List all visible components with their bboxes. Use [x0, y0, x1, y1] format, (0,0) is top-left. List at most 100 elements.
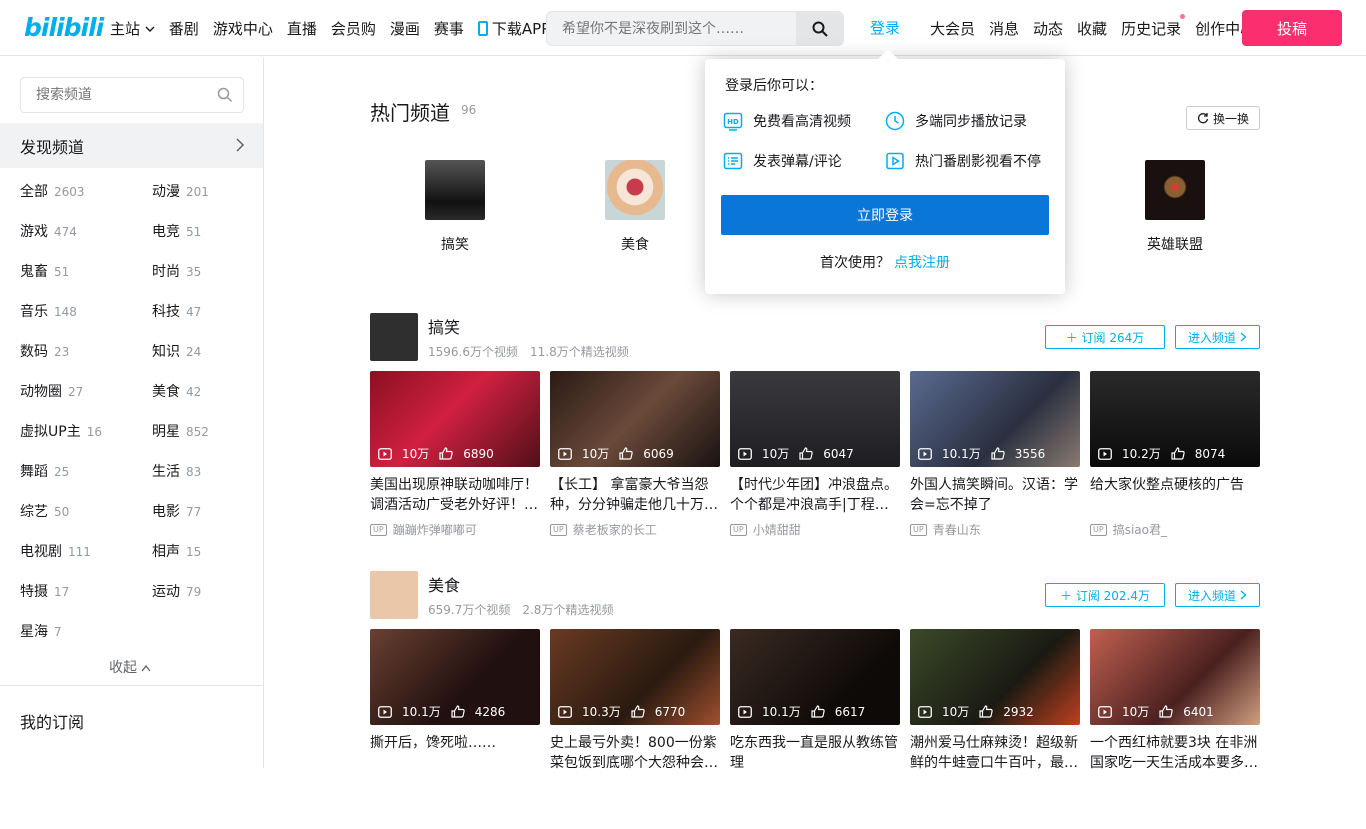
- video-card[interactable]: 10万 2932 潮州爱马仕麻辣烫！超级新鲜的牛蛙壹口牛百叶，最…: [910, 629, 1080, 773]
- video-title[interactable]: 【时代少年团】冲浪盘点。个个都是冲浪高手|丁程…: [730, 475, 900, 515]
- channel-name[interactable]: 美食: [428, 572, 460, 596]
- category-item[interactable]: 星海 7: [20, 621, 62, 641]
- category-item[interactable]: 动漫 201: [152, 181, 209, 201]
- nav-game-center[interactable]: 游戏中心: [213, 18, 273, 39]
- category-name: 动物圈: [20, 384, 62, 400]
- login-link[interactable]: 登录: [870, 0, 900, 56]
- video-thumbnail[interactable]: 10.2万 8074: [1090, 371, 1260, 467]
- subscribe-button[interactable]: ＋ 订阅 264万: [1045, 325, 1165, 349]
- video-card[interactable]: 10.1万 6617 吃东西我一直是服从教练管理: [730, 629, 900, 773]
- video-uploader[interactable]: UP 小婧甜甜: [730, 521, 900, 538]
- nav-shop[interactable]: 会员购: [331, 18, 376, 39]
- video-title[interactable]: 【长工】 拿富豪大爷当怨种，分分钟骗走他几十万…: [550, 475, 720, 515]
- nav-esports[interactable]: 赛事: [434, 18, 464, 39]
- category-item[interactable]: 虚拟UP主 16: [20, 421, 102, 441]
- enter-channel-button[interactable]: 进入频道: [1175, 583, 1260, 607]
- hot-channel-item[interactable]: 英雄联盟: [1130, 160, 1220, 254]
- my-subscriptions[interactable]: 我的订阅: [20, 709, 84, 733]
- nav-messages[interactable]: 消息: [989, 18, 1019, 39]
- video-uploader[interactable]: UP 青春山东: [910, 521, 1080, 538]
- video-thumbnail[interactable]: 10万 2932: [910, 629, 1080, 725]
- category-item[interactable]: 美食 42: [152, 381, 201, 401]
- video-thumbnail[interactable]: 10.3万 6770: [550, 629, 720, 725]
- category-item[interactable]: 知识 24: [152, 341, 201, 361]
- enter-channel-button[interactable]: 进入频道: [1175, 325, 1260, 349]
- nav-vip[interactable]: 大会员: [930, 18, 975, 39]
- video-uploader[interactable]: UP 搞siao君_: [1090, 521, 1260, 538]
- collapse-button[interactable]: 收起: [109, 657, 151, 677]
- category-item[interactable]: 动物圈 27: [20, 381, 83, 401]
- nav-live[interactable]: 直播: [287, 18, 317, 39]
- category-item[interactable]: 电影 77: [152, 501, 201, 521]
- video-thumbnail[interactable]: 10万 6069: [550, 371, 720, 467]
- search-input[interactable]: [547, 12, 796, 45]
- channel-avatar[interactable]: [370, 571, 418, 619]
- category-item[interactable]: 生活 83: [152, 461, 201, 481]
- nav-manga[interactable]: 漫画: [390, 18, 420, 39]
- nav-dynamics[interactable]: 动态: [1033, 18, 1063, 39]
- video-title[interactable]: 美国出现原神联动咖啡厅！调酒活动广受老外好评！…: [370, 475, 540, 515]
- discover-channels[interactable]: 发现频道: [0, 123, 263, 168]
- login-now-button[interactable]: 立即登录: [721, 195, 1049, 235]
- video-thumbnail[interactable]: 10.1万 3556: [910, 371, 1080, 467]
- category-item[interactable]: 全部 2603: [20, 181, 85, 201]
- video-thumbnail[interactable]: 10.1万 6617: [730, 629, 900, 725]
- category-item[interactable]: 音乐 148: [20, 301, 77, 321]
- video-card[interactable]: 10万 6069 【长工】 拿富豪大爷当怨种，分分钟骗走他几十万… UP 蔡老板家的长工: [550, 371, 720, 538]
- category-item[interactable]: 舞蹈 25: [20, 461, 69, 481]
- video-card[interactable]: 10万 6890 美国出现原神联动咖啡厅！调酒活动广受老外好评！… UP 蹦蹦炸弹嘟嘟可: [370, 371, 540, 538]
- nav-download-app[interactable]: 下载APP: [477, 18, 550, 39]
- category-name: 舞蹈: [20, 464, 48, 480]
- nav-main-site[interactable]: 主站: [110, 18, 155, 39]
- play-count-icon: [738, 447, 752, 460]
- nav-history[interactable]: 历史记录: [1121, 13, 1186, 39]
- video-card[interactable]: 10.3万 6770 史上最亏外卖！800一份紫菜包饭到底哪个大怨种会…: [550, 629, 720, 773]
- video-title[interactable]: 外国人搞笑瞬间。汉语：学会=忘不掉了: [910, 475, 1080, 515]
- video-thumbnail[interactable]: 10万 6401: [1090, 629, 1260, 725]
- video-title[interactable]: 潮州爱马仕麻辣烫！超级新鲜的牛蛙壹口牛百叶，最…: [910, 733, 1080, 773]
- category-item[interactable]: 电视剧 111: [20, 541, 91, 561]
- category-item[interactable]: 时尚 35: [152, 261, 201, 281]
- channel-search-input[interactable]: [21, 78, 191, 112]
- search-bar: [546, 11, 844, 46]
- category-item[interactable]: 数码 23: [20, 341, 69, 361]
- bilibili-logo[interactable]: bilibili: [24, 12, 104, 44]
- video-thumbnail[interactable]: 10万 6890: [370, 371, 540, 467]
- hot-channel-item[interactable]: 美食: [590, 160, 680, 254]
- nav-bangumi[interactable]: 番剧: [169, 18, 199, 39]
- category-item[interactable]: 游戏 474: [20, 221, 77, 241]
- category-item[interactable]: 运动 79: [152, 581, 201, 601]
- search-button[interactable]: [796, 12, 843, 45]
- category-item[interactable]: 特摄 17: [20, 581, 69, 601]
- video-title[interactable]: 吃东西我一直是服从教练管理: [730, 733, 900, 773]
- video-thumbnail[interactable]: 10.1万 4286: [370, 629, 540, 725]
- category-item[interactable]: 相声 15: [152, 541, 201, 561]
- channel-avatar[interactable]: [370, 313, 418, 361]
- video-thumbnail[interactable]: 10万 6047: [730, 371, 900, 467]
- category-item[interactable]: 科技 47: [152, 301, 201, 321]
- video-card[interactable]: 10.1万 3556 外国人搞笑瞬间。汉语：学会=忘不掉了 UP 青春山东: [910, 371, 1080, 538]
- refresh-button[interactable]: 换一换: [1186, 106, 1260, 130]
- video-card[interactable]: 10.2万 8074 给大家伙整点硬核的广告 UP 搞siao君_: [1090, 371, 1260, 538]
- video-title[interactable]: 史上最亏外卖！800一份紫菜包饭到底哪个大怨种会…: [550, 733, 720, 773]
- video-uploader[interactable]: UP 蹦蹦炸弹嘟嘟可: [370, 521, 540, 538]
- search-icon[interactable]: [217, 87, 233, 103]
- category-item[interactable]: 电竞 51: [152, 221, 201, 241]
- video-card[interactable]: 10.1万 4286 撕开后，馋死啦……: [370, 629, 540, 773]
- category-item[interactable]: 综艺 50: [20, 501, 69, 521]
- channel-name[interactable]: 搞笑: [428, 314, 460, 338]
- category-item[interactable]: 鬼畜 51: [20, 261, 69, 281]
- hot-channel-item[interactable]: 搞笑: [410, 160, 500, 254]
- video-card[interactable]: 10万 6401 一个西红柿就要3块 在非洲国家吃一天生活成本要多…: [1090, 629, 1260, 773]
- channel-section: 搞笑 1596.6万个视频 11.8万个精选视频 ＋ 订阅 264万 进入频道 10万 68…: [370, 313, 1260, 571]
- subscribe-button[interactable]: ＋ 订阅 202.4万: [1045, 583, 1165, 607]
- register-link[interactable]: 点我注册: [894, 255, 950, 271]
- category-item[interactable]: 明星 852: [152, 421, 209, 441]
- video-title[interactable]: 给大家伙整点硬核的广告: [1090, 475, 1260, 515]
- video-card[interactable]: 10万 6047 【时代少年团】冲浪盘点。个个都是冲浪高手|丁程… UP 小婧甜甜: [730, 371, 900, 538]
- video-title[interactable]: 撕开后，馋死啦……: [370, 733, 540, 773]
- nav-favorites[interactable]: 收藏: [1077, 18, 1107, 39]
- upload-button[interactable]: 投稿: [1242, 10, 1342, 46]
- video-title[interactable]: 一个西红柿就要3块 在非洲国家吃一天生活成本要多…: [1090, 733, 1260, 773]
- video-uploader[interactable]: UP 蔡老板家的长工: [550, 521, 720, 538]
